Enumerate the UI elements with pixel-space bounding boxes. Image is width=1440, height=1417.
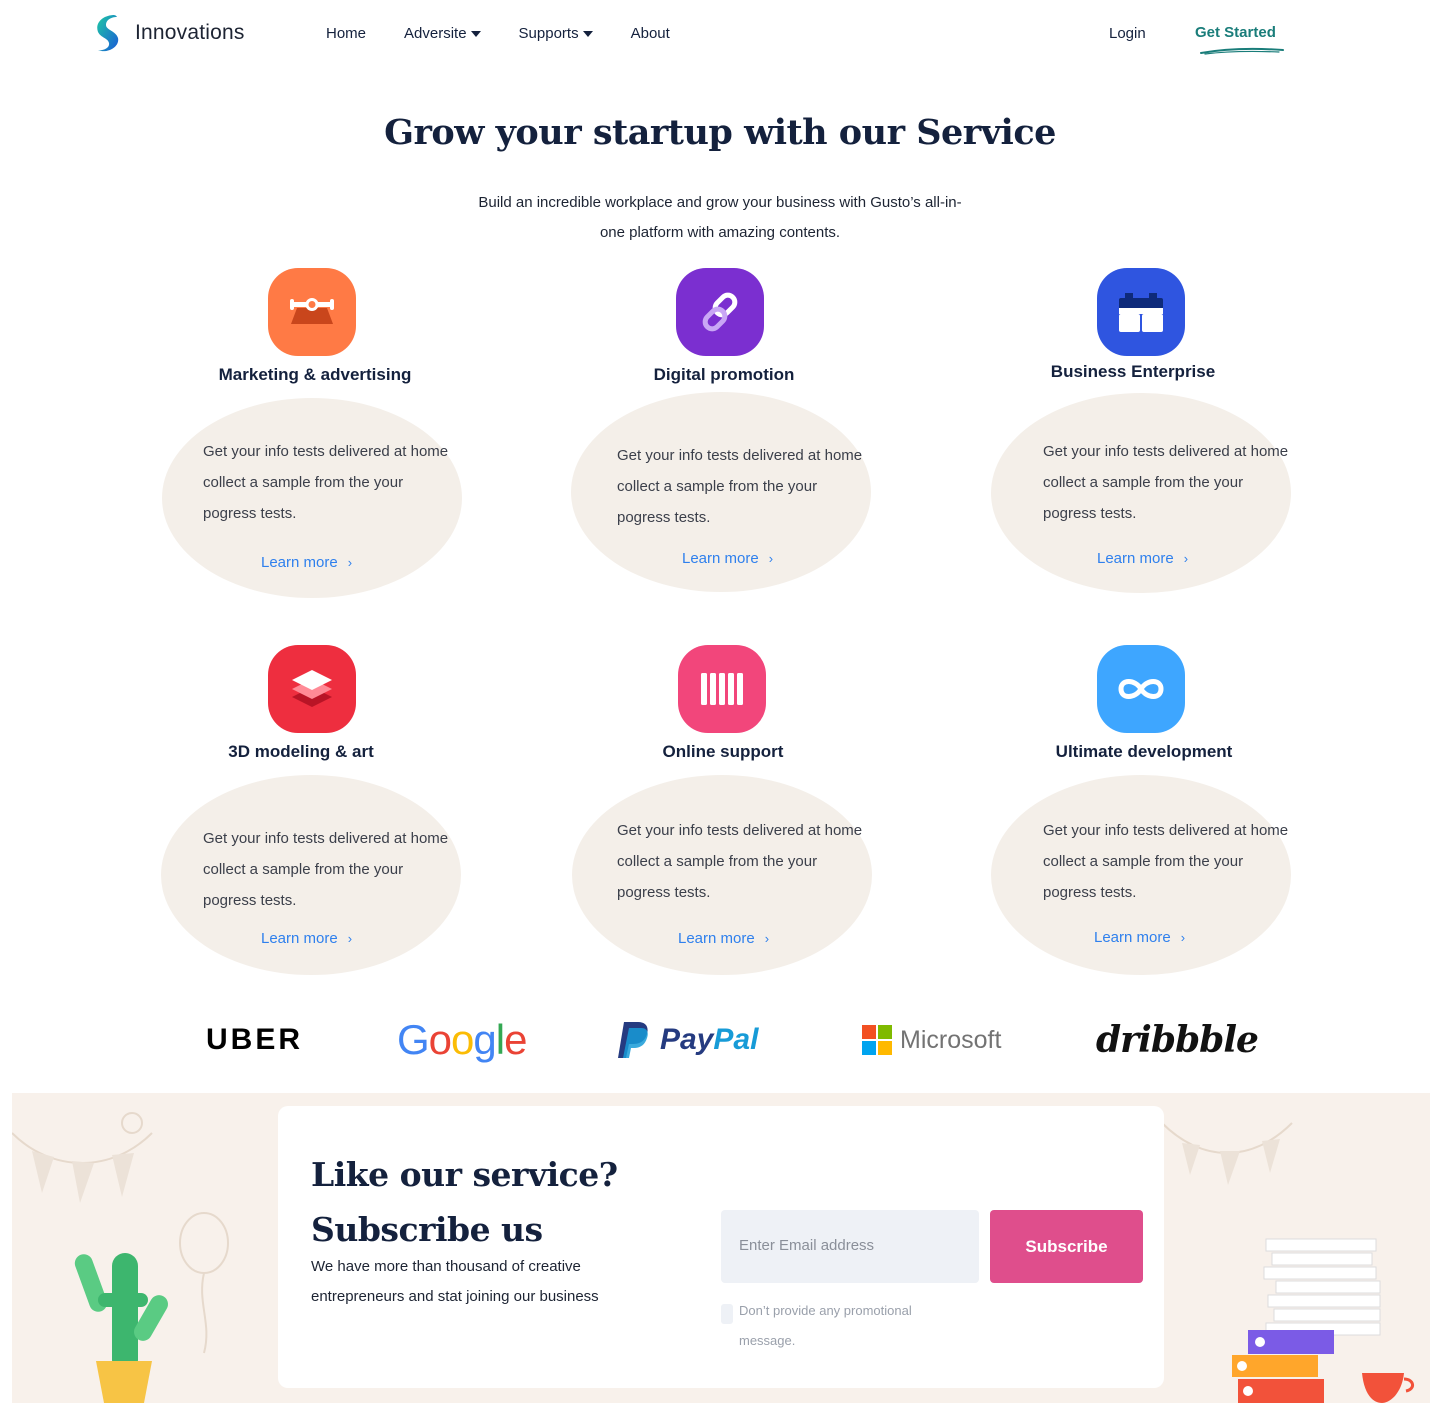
microsoft-wordmark: Microsoft xyxy=(900,1025,1002,1054)
promo-checkbox-label: Don’t provide any promotional message. xyxy=(739,1303,912,1348)
nav-links: Home Adversite Supports About xyxy=(326,25,708,42)
service-text-ultimate: Get your info tests delivered at home co… xyxy=(1043,822,1289,901)
chevron-right-icon: › xyxy=(1180,930,1186,945)
paypal-logo: PayPal xyxy=(616,1012,758,1068)
subscribe-title: Like our service? Subscribe us xyxy=(311,1155,618,1249)
chevron-right-icon: › xyxy=(764,931,770,946)
service-title-marketing: Marketing & advertising xyxy=(218,365,412,384)
learn-more-label: Learn more xyxy=(261,930,338,947)
learn-more-business[interactable]: Learn more › xyxy=(1097,550,1188,567)
learn-more-label: Learn more xyxy=(261,554,338,571)
infinity-icon xyxy=(1097,645,1185,733)
login-link[interactable]: Login xyxy=(1109,25,1146,42)
subscribe-button[interactable]: Subscribe xyxy=(990,1210,1143,1283)
chevron-right-icon: › xyxy=(347,555,353,570)
nav-supports-dropdown[interactable]: Supports xyxy=(519,25,593,42)
nav-home-label: Home xyxy=(326,25,367,42)
service-text-digital: Get your info tests delivered at home co… xyxy=(617,447,863,526)
service-title-business: Business Enterprise xyxy=(1050,362,1216,381)
chevron-right-icon: › xyxy=(768,551,774,566)
layers-icon xyxy=(268,645,356,733)
paypal-mark-icon xyxy=(618,1022,648,1058)
learn-more-ultimate[interactable]: Learn more › xyxy=(1094,929,1185,946)
brand-logo[interactable]: Innovations xyxy=(93,14,245,52)
nav-home[interactable]: Home xyxy=(326,25,366,42)
service-text-3d: Get your info tests delivered at home co… xyxy=(203,830,449,909)
get-started-link[interactable]: Get Started xyxy=(1195,24,1276,41)
toolbox-icon xyxy=(268,268,356,356)
service-title-online: Online support xyxy=(662,742,784,761)
learn-more-online[interactable]: Learn more › xyxy=(678,930,769,947)
service-title-digital: Digital promotion xyxy=(653,365,795,384)
learn-more-label: Learn more xyxy=(678,930,755,947)
promo-checkbox[interactable] xyxy=(721,1304,733,1324)
service-text-marketing: Get your info tests delivered at home co… xyxy=(203,443,449,522)
page-subtitle: Build an incredible workplace and grow y… xyxy=(478,194,962,241)
google-logo: Google xyxy=(397,1016,527,1063)
nav-about[interactable]: About xyxy=(631,25,670,42)
service-title-ultimate: Ultimate development xyxy=(1055,742,1233,761)
page-title: Grow your startup with our Service xyxy=(384,112,1056,153)
learn-more-3d[interactable]: Learn more › xyxy=(261,930,352,947)
nav-supports-label: Supports xyxy=(518,25,579,42)
logo-mark-icon xyxy=(97,15,119,52)
link-icon xyxy=(676,268,764,356)
brand-name: Innovations xyxy=(135,21,245,44)
caret-down-icon xyxy=(470,30,481,37)
scribble-underline-icon xyxy=(1200,48,1284,55)
service-text-business: Get your info tests delivered at home co… xyxy=(1043,443,1289,522)
nav-about-label: About xyxy=(630,25,670,42)
learn-more-label: Learn more xyxy=(1097,550,1174,567)
top-navbar: Innovations Home Adversite Supports Abou… xyxy=(0,0,1440,72)
service-text-online: Get your info tests delivered at home co… xyxy=(617,822,863,901)
learn-more-label: Learn more xyxy=(682,550,759,567)
chevron-right-icon: › xyxy=(347,931,353,946)
building-blocks-icon xyxy=(1097,268,1185,356)
paypal-wordmark: PayPal xyxy=(660,1023,759,1056)
subscribe-description: We have more than thousand of creative e… xyxy=(311,1258,599,1305)
bars-icon xyxy=(678,645,766,733)
uber-logo: UBER xyxy=(206,1023,304,1056)
dribbble-logo: dribbble xyxy=(1096,1019,1259,1061)
caret-down-icon xyxy=(582,30,593,37)
nav-adversite-dropdown[interactable]: Adversite xyxy=(404,25,481,42)
service-title-3d: 3D modeling & art xyxy=(228,742,374,761)
email-placeholder: Enter Email address xyxy=(739,1237,875,1254)
learn-more-marketing[interactable]: Learn more › xyxy=(261,554,352,571)
learn-more-digital[interactable]: Learn more › xyxy=(682,550,773,567)
microsoft-mark-icon xyxy=(862,1025,892,1055)
chevron-right-icon: › xyxy=(1183,551,1189,566)
nav-adversite-label: Adversite xyxy=(404,25,467,42)
microsoft-logo: Microsoft xyxy=(862,1012,1001,1068)
learn-more-label: Learn more xyxy=(1094,929,1171,946)
